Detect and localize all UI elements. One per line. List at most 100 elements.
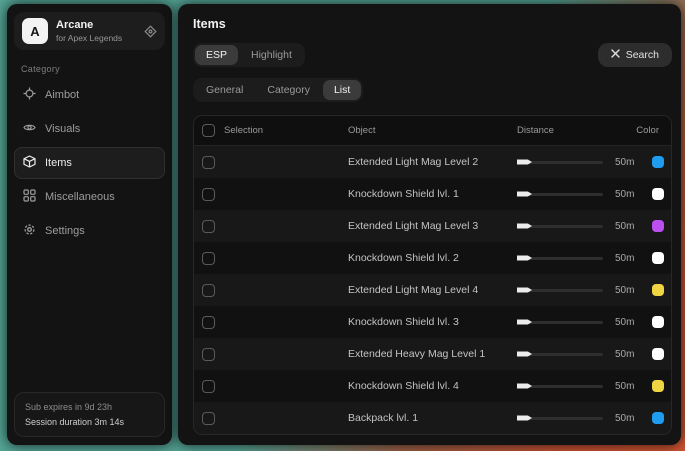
distance-slider[interactable] [517, 257, 603, 260]
color-swatch[interactable] [652, 252, 664, 264]
distance-value: 50m [615, 285, 634, 296]
sidebar-item-aimbot[interactable]: Aimbot [14, 79, 165, 111]
distance-value: 50m [615, 189, 634, 200]
distance-slider[interactable] [517, 161, 603, 164]
row-checkbox[interactable] [202, 188, 215, 201]
table-row: Knockdown Shield lvl. 3 50m [194, 306, 671, 338]
items-table: Selection Object Distance Color Extended… [193, 115, 672, 435]
distance-value: 50m [615, 349, 634, 360]
gem-badge-icon[interactable] [144, 25, 157, 38]
table-row: Knockdown Shield lvl. 1 50m [194, 178, 671, 210]
slider-knob[interactable] [517, 288, 532, 293]
view-tabs: General Category List [193, 78, 363, 102]
distance-slider[interactable] [517, 385, 603, 388]
object-label: Backpack lvl. 1 [348, 412, 517, 424]
table-row: Knockdown Shield lvl. 2 50m [194, 242, 671, 274]
object-label: Extended Light Mag Level 3 [348, 220, 517, 232]
tab-list[interactable]: List [323, 80, 361, 100]
tab-general[interactable]: General [195, 80, 254, 100]
crosshair-icon [23, 87, 36, 103]
app-header-card: A Arcane for Apex Legends [14, 12, 165, 50]
app-name: Arcane [56, 19, 122, 33]
table-header: Selection Object Distance Color [194, 116, 671, 146]
eye-icon [23, 121, 36, 137]
distance-slider[interactable] [517, 321, 603, 324]
color-swatch[interactable] [652, 156, 664, 168]
distance-slider[interactable] [517, 289, 603, 292]
row-checkbox[interactable] [202, 412, 215, 425]
tab-highlight[interactable]: Highlight [240, 45, 303, 65]
color-swatch[interactable] [652, 284, 664, 296]
distance-value: 50m [615, 413, 634, 424]
mode-tabs: ESP Highlight [193, 43, 305, 67]
category-section-label: Category [21, 64, 158, 74]
slider-knob[interactable] [517, 416, 532, 421]
slider-knob[interactable] [517, 224, 532, 229]
color-swatch[interactable] [652, 220, 664, 232]
object-label: Knockdown Shield lvl. 4 [348, 380, 517, 392]
distance-value: 50m [615, 381, 634, 392]
row-checkbox[interactable] [202, 316, 215, 329]
distance-slider[interactable] [517, 417, 603, 420]
object-label: Extended Heavy Mag Level 1 [348, 348, 517, 360]
main-panel: Items ESP Highlight Search General Categ… [178, 4, 681, 445]
distance-value: 50m [615, 221, 634, 232]
object-label: Knockdown Shield lvl. 1 [348, 188, 517, 200]
row-checkbox[interactable] [202, 348, 215, 361]
app-subtitle: for Apex Legends [56, 33, 122, 44]
row-checkbox[interactable] [202, 380, 215, 393]
search-button[interactable]: Search [598, 43, 672, 67]
x-icon [611, 49, 620, 61]
sidebar-item-miscellaneous[interactable]: Miscellaneous [14, 181, 165, 213]
slider-knob[interactable] [517, 352, 532, 357]
row-checkbox[interactable] [202, 284, 215, 297]
distance-value: 50m [615, 253, 634, 264]
sidebar-item-label: Settings [45, 225, 85, 237]
slider-knob[interactable] [517, 256, 532, 261]
object-label: Knockdown Shield lvl. 3 [348, 316, 517, 328]
game-backdrop: A Arcane for Apex Legends Category Aimbo… [0, 0, 685, 451]
row-checkbox[interactable] [202, 156, 215, 169]
sidebar: A Arcane for Apex Legends Category Aimbo… [7, 4, 172, 445]
sidebar-item-label: Aimbot [45, 89, 79, 101]
slider-knob[interactable] [517, 192, 532, 197]
sidebar-nav: Aimbot Visuals Items [14, 79, 165, 247]
color-swatch[interactable] [652, 380, 664, 392]
sidebar-item-label: Visuals [45, 123, 80, 135]
table-row: Knockdown Shield lvl. 4 50m [194, 370, 671, 402]
select-all-checkbox[interactable] [202, 124, 215, 137]
sub-expiry-text: Sub expires in 9d 23h [25, 400, 154, 414]
distance-value: 50m [615, 157, 634, 168]
tab-esp[interactable]: ESP [195, 45, 238, 65]
table-row: Extended Light Mag Level 3 50m [194, 210, 671, 242]
box-icon [23, 155, 36, 171]
gear-icon [23, 223, 36, 239]
sidebar-item-settings[interactable]: Settings [14, 215, 165, 247]
distance-slider[interactable] [517, 353, 603, 356]
grid-icon [23, 189, 36, 205]
sidebar-item-label: Miscellaneous [45, 191, 115, 203]
color-swatch[interactable] [652, 412, 664, 424]
column-selection: Selection [224, 125, 263, 136]
color-swatch[interactable] [652, 316, 664, 328]
column-color: Color [605, 125, 671, 136]
distance-slider[interactable] [517, 225, 603, 228]
session-duration-text: Session duration 3m 14s [25, 415, 154, 429]
distance-slider[interactable] [517, 193, 603, 196]
sidebar-item-label: Items [45, 157, 72, 169]
table-row: Extended Light Mag Level 4 50m [194, 274, 671, 306]
row-checkbox[interactable] [202, 220, 215, 233]
page-title: Items [193, 17, 672, 31]
slider-knob[interactable] [517, 320, 532, 325]
sidebar-item-items[interactable]: Items [14, 147, 165, 179]
tab-category[interactable]: Category [256, 80, 321, 100]
sidebar-item-visuals[interactable]: Visuals [14, 113, 165, 145]
distance-value: 50m [615, 317, 634, 328]
color-swatch[interactable] [652, 188, 664, 200]
slider-knob[interactable] [517, 384, 532, 389]
object-label: Knockdown Shield lvl. 2 [348, 252, 517, 264]
slider-knob[interactable] [517, 160, 532, 165]
color-swatch[interactable] [652, 348, 664, 360]
table-row: Backpack lvl. 1 50m [194, 402, 671, 434]
row-checkbox[interactable] [202, 252, 215, 265]
